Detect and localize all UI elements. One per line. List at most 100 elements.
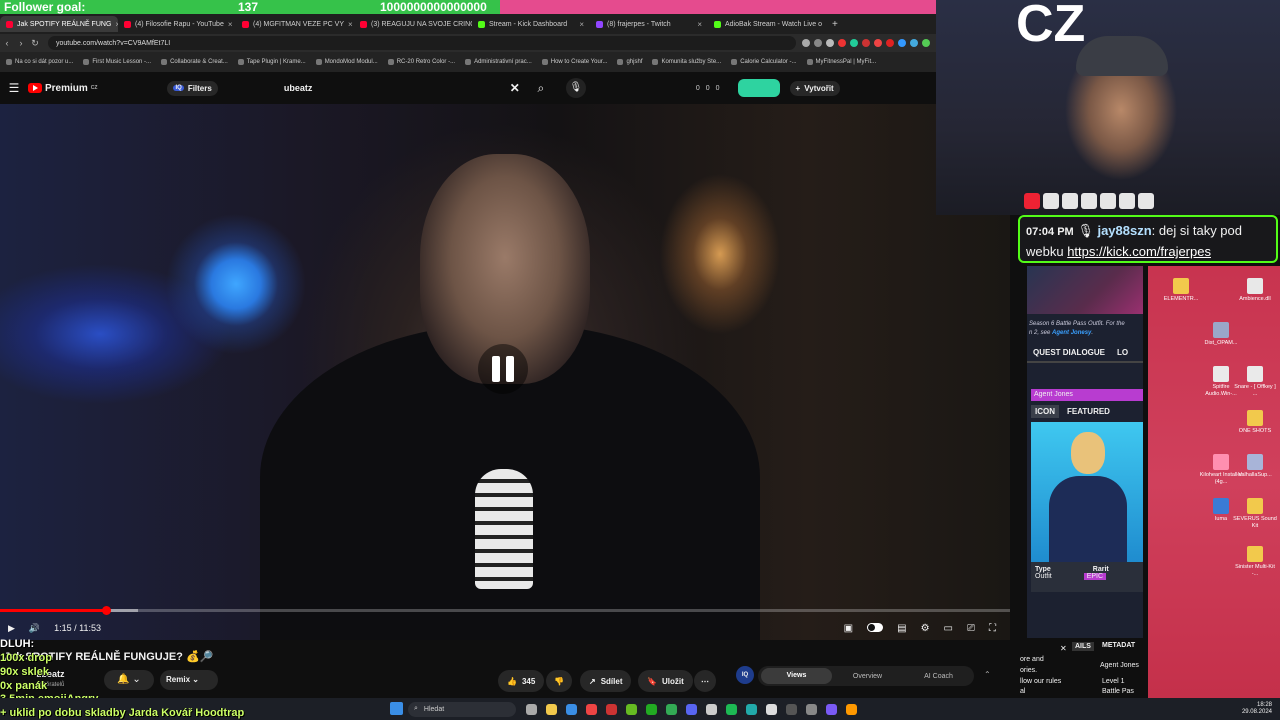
more-actions-button[interactable]: ⋯	[694, 670, 716, 692]
url-field[interactable]: youtube.com/watch?v=CV9AMfEt7LI	[48, 36, 796, 50]
tab-ai-coach[interactable]: AI Coach	[903, 673, 974, 680]
chat-link[interactable]: https://kick.com/frajerpes	[1067, 244, 1211, 259]
iq-player-icon[interactable]: ▣	[844, 623, 853, 634]
collapse-icon[interactable]: ⌃	[984, 670, 991, 679]
ext-green2-icon[interactable]	[922, 39, 930, 47]
browser-tab[interactable]: (8) frajerpes - Twitch ×	[590, 16, 708, 32]
ext-green-icon[interactable]	[850, 39, 858, 47]
app-icon[interactable]	[706, 703, 717, 715]
install-icon[interactable]	[814, 39, 822, 47]
app2-icon[interactable]	[766, 703, 777, 715]
dislike-button[interactable]: 👎	[546, 670, 572, 692]
remix-button[interactable]: Remix ⌄	[160, 670, 218, 690]
clear-search-icon[interactable]: ✕	[510, 81, 528, 95]
quest-dialogue-tab[interactable]: QUEST DIALOGUE	[1033, 348, 1105, 357]
bookmark-item[interactable]: Komunita služby Ste...	[652, 59, 721, 65]
zoom-icon[interactable]	[802, 39, 810, 47]
clock[interactable]: 18:28 29.08.2024	[1242, 702, 1280, 716]
icon-tab[interactable]: ICON	[1031, 405, 1059, 418]
featured-tab[interactable]: FEATURED	[1063, 405, 1114, 418]
create-button[interactable]: + Vytvořit	[789, 80, 840, 96]
notification-bell-button[interactable]: 🔔 ⌄	[104, 670, 154, 690]
bookmark-item[interactable]: How to Create Your...	[541, 59, 607, 65]
search-icon[interactable]: ⌕	[528, 81, 554, 96]
desktop-icon[interactable]: ValhallaSup...	[1232, 454, 1278, 479]
browser-tab[interactable]: (4) Filosofie Rapu - YouTube ×	[118, 16, 236, 32]
task-view-icon[interactable]	[526, 703, 537, 715]
spotify-icon[interactable]	[726, 703, 737, 715]
filters-button[interactable]: IQ Filters	[167, 80, 218, 96]
discord-icon[interactable]	[686, 703, 697, 715]
store-icon[interactable]	[566, 703, 577, 715]
volume-icon[interactable]: 🔊	[29, 623, 40, 634]
cast-icon[interactable]: ⎚	[967, 623, 975, 634]
obs-icon[interactable]	[786, 703, 797, 715]
progress-bar[interactable]	[0, 606, 1010, 615]
bookmark-item[interactable]: Na co si dát pozor u...	[6, 59, 73, 65]
desktop-icon[interactable]: Dist_OPAM...	[1198, 322, 1244, 347]
file-explorer-icon[interactable]	[546, 703, 557, 715]
desktop-icon[interactable]: ONE SHOTS	[1232, 410, 1278, 435]
details-tab[interactable]: AILS	[1072, 642, 1094, 651]
back-icon[interactable]: ‹	[0, 38, 14, 48]
tab-views[interactable]: Views	[761, 668, 832, 684]
app4-icon[interactable]	[826, 703, 837, 715]
miniplayer-icon[interactable]: ▭	[944, 623, 953, 634]
close-tab-icon[interactable]: ×	[228, 20, 233, 29]
desktop-icon[interactable]: SEVERUS Sound Kit	[1232, 498, 1278, 530]
search-input[interactable]: ubeatz ✕	[278, 77, 528, 99]
youtube-logo[interactable]: Premium CZ	[28, 83, 97, 94]
browser-tab[interactable]: Stream - Kick Dashboard ×	[472, 16, 590, 32]
agent-jonesy-link[interactable]: Agent Jonesy	[1052, 330, 1091, 336]
iq-logo-icon[interactable]: IQ	[736, 666, 754, 684]
taskbar-search[interactable]: ⌕ Hledat	[408, 701, 516, 717]
bookmark-item[interactable]: First Music Lesson -...	[83, 59, 151, 65]
xbox-icon[interactable]	[646, 703, 657, 715]
close-icon[interactable]: ✕	[1060, 644, 1067, 653]
tab-overview[interactable]: Overview	[832, 673, 903, 680]
telegram-icon[interactable]	[746, 703, 757, 715]
app-red-icon[interactable]	[606, 703, 617, 715]
play-icon[interactable]: ▶	[8, 623, 15, 634]
ext-red3-icon[interactable]	[874, 39, 882, 47]
browser-tab[interactable]: Jak SPOTIFY REÁLNĚ FUNG ×	[0, 16, 118, 32]
start-icon[interactable]	[390, 702, 403, 715]
bookmark-item[interactable]: Calorie Calculator -...	[731, 59, 797, 65]
app5-icon[interactable]	[846, 703, 857, 715]
close-tab-icon[interactable]: ×	[579, 20, 584, 29]
fullscreen-icon[interactable]: ⛶	[989, 623, 996, 634]
settings-icon[interactable]: ⚙	[921, 623, 930, 634]
bookmark-item[interactable]: MyFitnessPal | MyFit...	[806, 59, 876, 65]
browser-tab[interactable]: (4) MGFITMAN VEZE PC VY ×	[236, 16, 354, 32]
lo-tab[interactable]: LO	[1117, 348, 1128, 357]
scrubber-handle[interactable]	[102, 606, 112, 615]
desktop-icon[interactable]: Ambience.dll	[1232, 278, 1278, 303]
microphone-icon[interactable]: 🎙	[565, 78, 586, 98]
desktop-icon[interactable]: ELEMENTR...	[1158, 278, 1204, 303]
green-extension-button[interactable]	[737, 79, 780, 97]
share-button[interactable]: ↗ Sdílet	[580, 670, 632, 692]
metadata-tab[interactable]: METADAT	[1102, 642, 1135, 649]
like-button[interactable]: 👍 345	[498, 670, 545, 692]
ext-puzzle-icon[interactable]	[910, 39, 918, 47]
video-player[interactable]: ▶ 🔊 1:15 / 11:53 ▣ ▤ ⚙ ▭ ⎚ ⛶	[0, 104, 1010, 644]
ext-red4-icon[interactable]	[886, 39, 894, 47]
reload-icon[interactable]: ↻	[28, 38, 42, 49]
ext-red-icon[interactable]	[838, 39, 846, 47]
desktop-icon[interactable]: Snare - [ Offkey ] ...	[1232, 366, 1278, 398]
autoplay-toggle[interactable]	[867, 622, 884, 632]
close-tab-icon[interactable]: ×	[348, 20, 353, 29]
desktop-icon[interactable]: Sinister Multi-Kit -...	[1232, 546, 1278, 578]
chrome-icon[interactable]	[586, 703, 597, 715]
subtitles-icon[interactable]: ▤	[897, 623, 906, 634]
nvidia-icon[interactable]	[626, 703, 637, 715]
star-icon[interactable]	[826, 39, 834, 47]
bookmark-item[interactable]: MondoMod Modul...	[315, 59, 378, 65]
bookmark-item[interactable]: ghjshf	[617, 59, 642, 65]
steam-icon[interactable]	[666, 703, 677, 715]
app3-icon[interactable]	[806, 703, 817, 715]
ext-blue-icon[interactable]	[898, 39, 906, 47]
menu-icon[interactable]: ☰	[0, 81, 28, 95]
ext-red2-icon[interactable]	[862, 39, 870, 47]
browser-tab[interactable]: (3) REAGUJU NA SVOJE CRING×	[354, 16, 472, 32]
